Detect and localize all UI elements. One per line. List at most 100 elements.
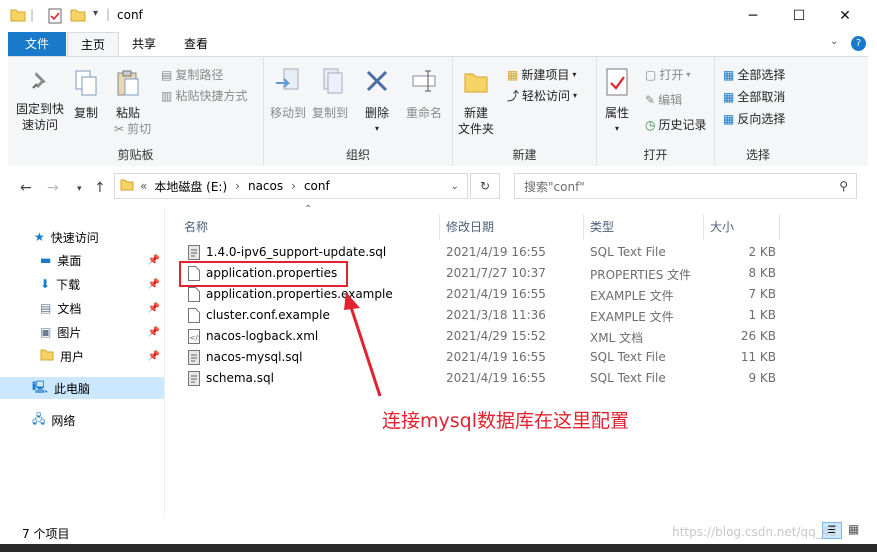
file-row[interactable]: 1.4.0-ipv6_support-update.sql 2021/4/19 …: [184, 242, 824, 263]
file-size: 9 KB: [748, 371, 776, 385]
column-header-type[interactable]: 类型: [584, 214, 704, 240]
network-icon: 🖧: [32, 411, 46, 426]
nav-users[interactable]: 用户 📌: [0, 345, 164, 367]
pin-icon[interactable]: 📌: [148, 351, 160, 362]
open-dropdown-icon: ▾: [686, 70, 691, 79]
new-folder-button[interactable]: 新建 文件夹: [457, 67, 495, 137]
help-icon[interactable]: ?: [851, 36, 866, 51]
select-all-icon: ▦: [723, 67, 735, 82]
search-input[interactable]: 搜索"conf" ⚲: [514, 173, 857, 199]
file-row[interactable]: nacos-mysql.sql 2021/4/19 16:55 SQL Text…: [184, 347, 824, 368]
new-folder-quick-icon[interactable]: [70, 8, 86, 25]
select-none-icon: ▦: [723, 89, 735, 104]
breadcrumb-overflow[interactable]: «: [140, 179, 147, 193]
collapse-ribbon-icon[interactable]: ⌄: [830, 36, 838, 47]
address-dropdown-icon[interactable]: ⌄: [451, 181, 459, 192]
file-row[interactable]: schema.sql 2021/4/19 16:55 SQL Text File…: [184, 368, 824, 389]
refresh-button[interactable]: ↻: [470, 173, 500, 199]
file-date: 2021/4/19 16:55: [446, 350, 546, 364]
select-none-button[interactable]: ▦ 全部取消: [723, 88, 785, 105]
column-header-date[interactable]: 修改日期: [440, 214, 584, 240]
nav-desktop[interactable]: ▬ 桌面 📌: [0, 249, 164, 271]
pin-icon[interactable]: 📌: [148, 279, 160, 290]
move-to-label: 移动到: [269, 106, 306, 120]
file-row[interactable]: cluster.conf.example 2021/3/18 11:36 EXA…: [184, 305, 824, 326]
history-button[interactable]: ◷ 历史记录: [645, 116, 707, 133]
tab-home[interactable]: 主页: [67, 32, 119, 57]
navigation-pane: ★ 快速访问 ▬ 桌面 📌 ⬇ 下载 📌 ▤ 文档 📌 ▣ 图片 📌 用户 📌 🖳 此电脑 …: [0, 208, 165, 518]
forward-arrow-icon[interactable]: →: [47, 180, 59, 196]
paste-label: 粘贴: [115, 106, 140, 120]
file-row[interactable]: application.properties.example 2021/4/19…: [184, 284, 824, 305]
address-bar[interactable]: « 本地磁盘 (E:) › nacos › conf ⌄: [114, 173, 468, 199]
xml-file-icon: </>: [188, 329, 204, 347]
pictures-icon: ▣: [40, 325, 52, 339]
file-size: 26 KB: [740, 329, 776, 343]
edit-button[interactable]: ✎ 编辑: [645, 91, 682, 108]
file-name: 1.4.0-ipv6_support-update.sql: [206, 245, 387, 259]
copy-label: 复制: [73, 106, 98, 120]
copy-to-button[interactable]: 复制到: [310, 67, 350, 121]
breadcrumb-nacos[interactable]: nacos: [248, 179, 283, 193]
maximize-button[interactable]: ☐: [776, 0, 822, 31]
file-row[interactable]: </> nacos-logback.xml 2021/4/29 15:52 XM…: [184, 326, 824, 347]
properties-dropdown-icon[interactable]: ▾: [599, 121, 635, 137]
pin-icon[interactable]: 📌: [148, 303, 160, 314]
new-item-button[interactable]: ▦ 新建项目 ▾: [507, 66, 576, 83]
file-icon: [188, 287, 200, 305]
properties-button[interactable]: 属性 ▾: [599, 67, 635, 137]
new-folder-label-1: 新建: [463, 106, 488, 120]
column-header-name[interactable]: 名称: [178, 214, 440, 240]
open-group: 属性 ▾ ▢ 打开 ▾ ✎ 编辑 ◷ 历史记录 打开: [597, 57, 715, 166]
open-button[interactable]: ▢ 打开 ▾: [645, 66, 690, 83]
nav-pictures[interactable]: ▣ 图片 📌: [0, 321, 164, 343]
maximize-icon: ☐: [792, 7, 806, 24]
close-icon: ✕: [839, 7, 851, 24]
nav-documents-label: 文档: [57, 301, 82, 316]
column-header-size[interactable]: 大小: [704, 214, 780, 240]
nav-downloads[interactable]: ⬇ 下载 📌: [0, 273, 164, 295]
new-folder-label-2: 文件夹: [457, 122, 494, 136]
delete-button[interactable]: 删除 ▾: [362, 67, 392, 137]
invert-selection-button[interactable]: ▦ 反向选择: [723, 110, 785, 127]
tab-share[interactable]: 共享: [122, 32, 166, 56]
rename-button[interactable]: 重命名: [402, 67, 446, 121]
easy-access-icon: ⤴: [507, 89, 520, 103]
clipboard-group: 固定到快 速访问 复制 粘贴 ▤ 复制路径 ▥ 粘贴快捷方式 ✂ 剪切 剪贴板: [8, 57, 264, 166]
copy-button[interactable]: 复制: [68, 69, 104, 121]
download-icon: ⬇: [40, 277, 51, 291]
delete-label: 删除: [364, 106, 389, 120]
customize-toolbar-icon[interactable]: ▾: [93, 8, 98, 19]
open-label: 打开: [659, 68, 684, 82]
properties-icon: [606, 68, 628, 96]
nav-quick-access[interactable]: ★ 快速访问: [0, 226, 164, 248]
select-all-button[interactable]: ▦ 全部选择: [723, 66, 785, 83]
copy-path-button[interactable]: ▤ 复制路径: [161, 66, 223, 83]
nav-documents[interactable]: ▤ 文档 📌: [0, 297, 164, 319]
tab-file[interactable]: 文件: [8, 32, 66, 56]
breadcrumb-drive[interactable]: 本地磁盘 (E:): [154, 178, 227, 195]
easy-access-button[interactable]: ⤴ 轻松访问 ▾: [507, 87, 577, 104]
nav-this-pc[interactable]: 🖳 此电脑: [0, 377, 164, 399]
pin-icon[interactable]: 📌: [148, 255, 160, 266]
up-arrow-icon[interactable]: ↑: [94, 180, 106, 196]
pin-quick-access-button[interactable]: 固定到快 速访问: [14, 69, 66, 133]
cut-button[interactable]: ✂ 剪切: [114, 120, 151, 137]
minimize-button[interactable]: ─: [730, 0, 776, 31]
close-button[interactable]: ✕: [822, 0, 868, 31]
properties-quick-icon[interactable]: [47, 8, 63, 27]
edit-icon: ✎: [645, 92, 656, 107]
large-icons-view-icon[interactable]: ▦: [848, 522, 859, 536]
move-to-button[interactable]: 移动到: [268, 67, 308, 121]
breadcrumb-conf[interactable]: conf: [304, 179, 330, 193]
file-date: 2021/4/19 16:55: [446, 245, 546, 259]
window-title: conf: [117, 8, 143, 22]
nav-network[interactable]: 🖧 网络: [0, 409, 164, 431]
paste-shortcut-button[interactable]: ▥ 粘贴快捷方式: [161, 87, 247, 104]
back-arrow-icon[interactable]: ←: [20, 180, 32, 196]
delete-dropdown-icon[interactable]: ▾: [362, 121, 392, 137]
pin-icon[interactable]: 📌: [148, 327, 160, 338]
tab-view[interactable]: 查看: [174, 32, 218, 56]
recent-locations-icon[interactable]: ▾: [77, 184, 82, 194]
paste-button[interactable]: 粘贴: [108, 69, 148, 121]
